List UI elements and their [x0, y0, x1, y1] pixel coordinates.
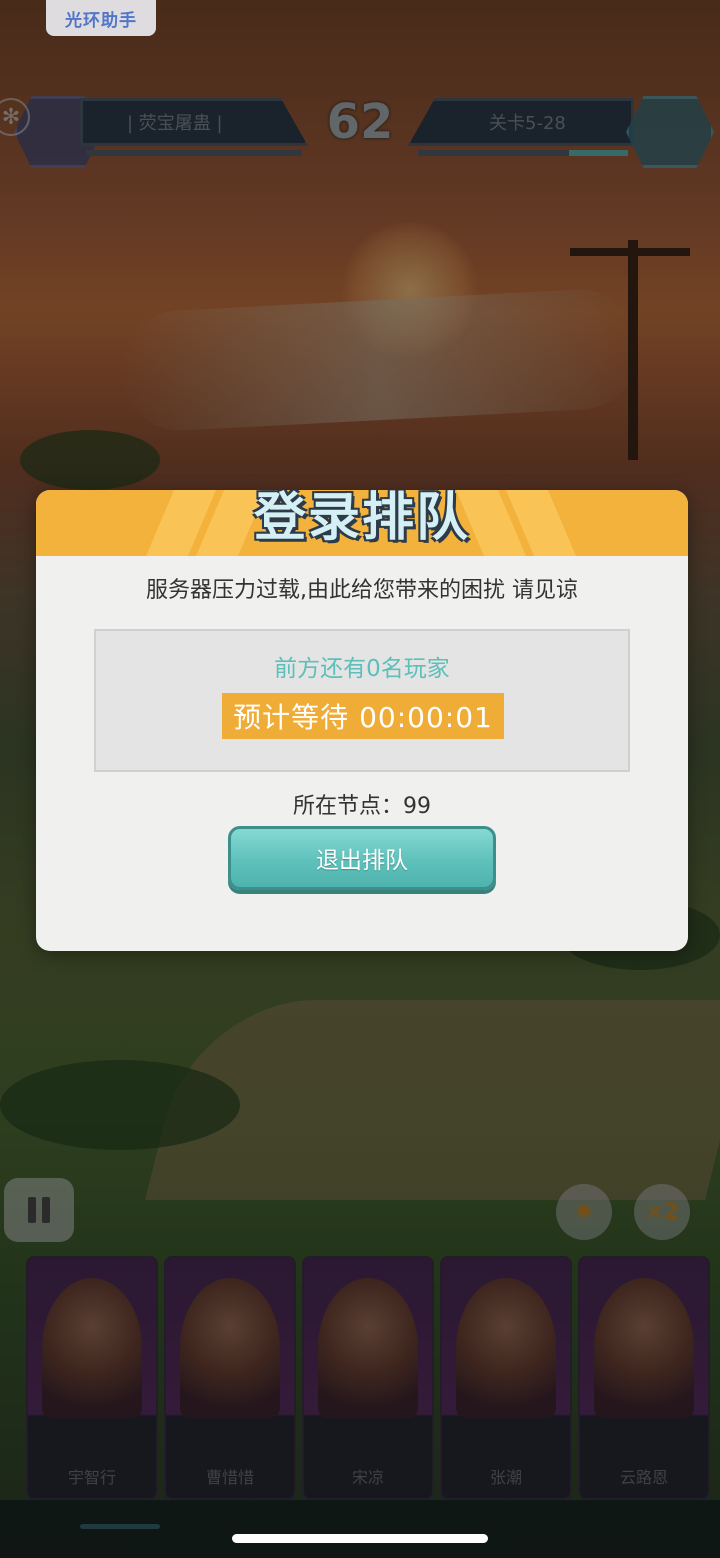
node-label: 所在节点：99: [293, 794, 431, 819]
estimated-wait: 预计等待 00:00:01: [222, 693, 504, 739]
dialog-title: 登录排队: [253, 490, 470, 548]
home-indicator[interactable]: [232, 1534, 488, 1543]
exit-queue-button[interactable]: 退出排队: [228, 826, 496, 890]
game-screen: | 荧宝屠蛊 | 62 关卡5-28 ✻ ✹ ×2 宇智行 曹惜惜 宋凉 张潮 …: [0, 0, 720, 1558]
dialog-message: 服务器压力过载,由此给您带来的困扰 请见谅: [146, 578, 578, 603]
login-queue-dialog: 登录排队 服务器压力过载,由此给您带来的困扰 请见谅 前方还有0名玩家 预计等待…: [36, 490, 688, 951]
queue-ahead-text: 前方还有0名玩家: [274, 656, 450, 682]
helper-tag[interactable]: 光环助手: [46, 0, 156, 36]
queue-status-box: 前方还有0名玩家 预计等待 00:00:01: [94, 629, 630, 772]
